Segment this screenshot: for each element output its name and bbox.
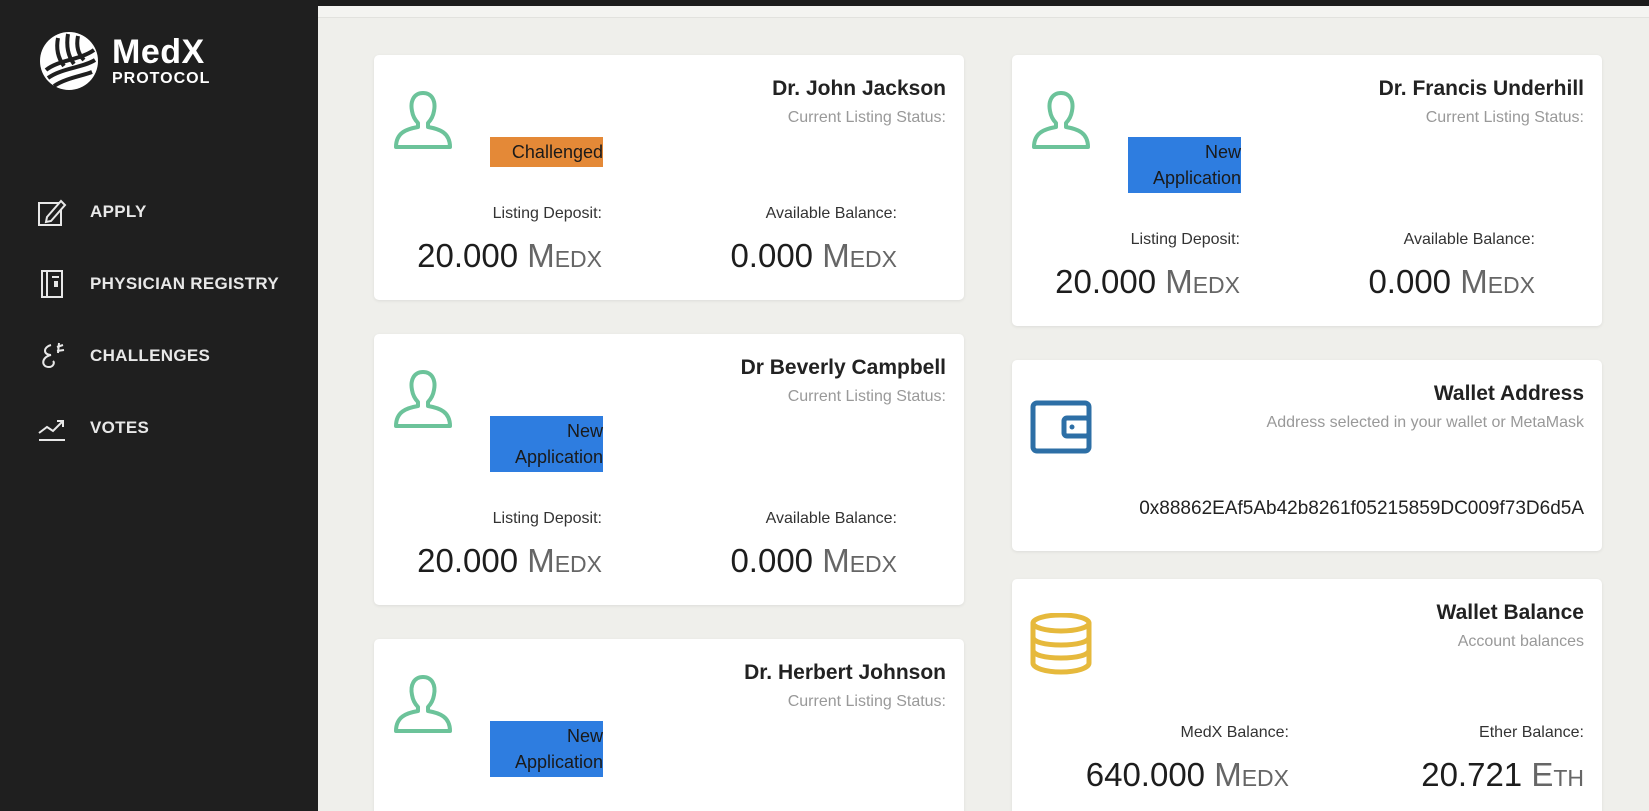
trend-chart-icon [36,412,68,444]
main-content[interactable]: Dr. John Jackson Current Listing Status:… [318,6,1649,811]
listing-deposit-value: 20.000 [417,542,519,579]
wallet-address-card[interactable]: Wallet Address Address selected in your … [1012,360,1602,551]
available-balance-label: Available Balance: [765,510,897,527]
status-badge: New Application [1128,137,1241,193]
sidebar-item-label: PHYSICIAN REGISTRY [90,274,279,293]
challenge-glyph-icon [36,340,68,372]
physician-name: Dr. John Jackson [772,77,946,100]
wallet-address-subtitle: Address selected in your wallet or MetaM… [1266,414,1584,431]
status-badge: Challenged [490,137,603,167]
ether-balance-value: 20.721 [1421,756,1523,793]
available-balance: Available Balance: 0.000 Medx [730,205,897,275]
brand-name: MedX [112,33,205,71]
listing-status-label: Current Listing Status: [787,109,946,126]
physician-name: Dr Beverly Campbell [740,356,946,379]
wallet-address-value[interactable]: 0x88862EAf5Ab42b8261f05215859DC009f73D6d… [1139,498,1584,520]
listing-card[interactable]: Dr Beverly Campbell Current Listing Stat… [374,334,964,605]
available-balance: Available Balance: 0.000 Medx [1368,231,1535,301]
registry-book-icon [36,268,68,300]
sidebar-item-physician-registry[interactable]: PHYSICIAN REGISTRY [36,248,279,320]
listing-deposit-unit: Medx [527,237,602,274]
available-balance-unit: Medx [822,237,897,274]
listing-card[interactable]: Dr. Herbert Johnson Current Listing Stat… [374,639,964,811]
available-balance-label: Available Balance: [765,205,897,222]
physician-avatar-icon [394,91,452,149]
available-balance-value: 0.000 [730,542,814,579]
listing-deposit-label: Listing Deposit: [492,510,602,527]
listing-card[interactable]: Dr. John Jackson Current Listing Status:… [374,55,964,300]
wallet-balance-title: Wallet Balance [1436,601,1584,624]
physician-avatar-icon [394,370,452,428]
medx-balance-label: MedX Balance: [1180,724,1289,741]
listing-status-label: Current Listing Status: [787,693,946,710]
brand-subtitle: PROTOCOL [112,70,211,87]
medx-logo-icon [40,32,98,90]
wallet-balance-subtitle: Account balances [1457,633,1584,650]
sidebar-item-label: APPLY [90,202,147,221]
coins-icon [1030,613,1092,675]
listing-deposit-value: 20.000 [1055,263,1157,300]
available-balance: Available Balance: 0.000 Medx [730,510,897,580]
listing-deposit: Listing Deposit: 20.000 Medx [417,510,602,580]
available-balance-value: 0.000 [730,237,814,274]
physician-avatar-icon [394,675,452,733]
main-top-strip [318,6,1649,18]
physician-name: Dr. Francis Underhill [1378,77,1584,100]
sidebar-item-label: VOTES [90,418,150,437]
listing-deposit-unit: Medx [527,542,602,579]
available-balance-unit: Medx [1460,263,1535,300]
available-balance-unit: Medx [822,542,897,579]
listing-card[interactable]: Dr. Francis Underhill Current Listing St… [1012,55,1602,326]
listing-deposit: Listing Deposit: 20.000 Medx [417,205,602,275]
listing-deposit-label: Listing Deposit: [492,205,602,222]
sidebar: MedX PROTOCOL APPLY PHYSICIAN REGISTRY C… [0,0,318,811]
available-balance-label: Available Balance: [1403,231,1535,248]
medx-balance-value: 640.000 [1085,756,1206,793]
listing-status-label: Current Listing Status: [787,388,946,405]
available-balance-value: 0.000 [1368,263,1452,300]
sidebar-item-challenges[interactable]: CHALLENGES [36,320,279,392]
ether-balance-unit: Eth [1531,756,1584,793]
wallet-icon [1030,400,1092,454]
sidebar-item-label: CHALLENGES [90,346,211,365]
medx-balance-unit: Medx [1214,756,1289,793]
status-badge: New Application [490,721,603,777]
wallet-address-title: Wallet Address [1433,382,1584,405]
sidebar-item-apply[interactable]: APPLY [36,176,279,248]
ether-balance-label: Ether Balance: [1479,724,1584,741]
edit-icon [36,196,68,228]
ether-balance: Ether Balance: 20.721 Eth [1421,724,1584,794]
listing-status-label: Current Listing Status: [1425,109,1584,126]
listing-deposit-unit: Medx [1165,263,1240,300]
status-badge: New Application [490,416,603,472]
physician-name: Dr. Herbert Johnson [744,661,946,684]
brand-logo[interactable]: MedX PROTOCOL [38,30,210,92]
physician-avatar-icon [1032,91,1090,149]
wallet-balance-card[interactable]: Wallet Balance Account balances MedX Bal… [1012,579,1602,811]
listing-deposit-value: 20.000 [417,237,519,274]
listing-deposit: Listing Deposit: 20.000 Medx [1055,231,1240,301]
sidebar-nav: APPLY PHYSICIAN REGISTRY CHALLENGES VOTE… [36,176,279,464]
medx-balance: MedX Balance: 640.000 Medx [1086,724,1289,794]
listing-deposit-label: Listing Deposit: [1130,231,1240,248]
sidebar-item-votes[interactable]: VOTES [36,392,279,464]
